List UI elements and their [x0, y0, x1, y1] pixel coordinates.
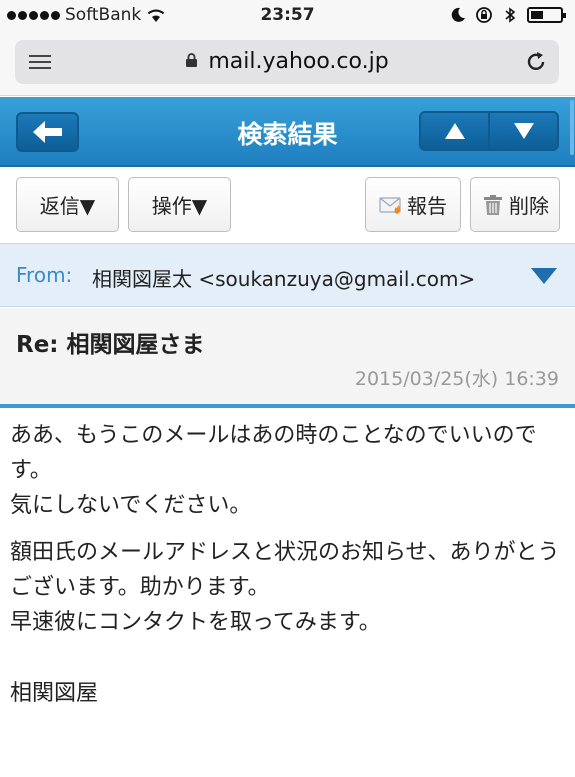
operation-label: 操作▼	[151, 194, 208, 218]
url-text: mail.yahoo.co.jp	[208, 49, 389, 74]
scrollbar[interactable]	[570, 100, 574, 155]
subject-header: Re: 相関図屋さま 2015/03/25(水) 16:39	[0, 308, 575, 408]
delete-button[interactable]: 削除	[470, 177, 560, 232]
moon-icon	[451, 7, 465, 22]
status-bar: SoftBank 23:57	[0, 0, 575, 32]
address-bar[interactable]: mail.yahoo.co.jp	[15, 40, 559, 84]
reply-button[interactable]: 返信▼	[16, 177, 119, 232]
from-label: From:	[16, 263, 73, 287]
message-toolbar: 返信▼ 操作▼ 報告 削除	[0, 167, 575, 243]
message-subject: Re: 相関図屋さま	[16, 332, 205, 358]
reply-label: 返信▼	[39, 194, 96, 218]
message-body: ああ、もうこのメールはあの時のことなのでいいのです。 気にしないでください。 額…	[10, 418, 570, 711]
body-paragraph: 額田氏のメールアドレスと状況のお知らせ、ありがとうございます。助かります。 早速…	[10, 540, 560, 635]
delete-label: 削除	[509, 194, 549, 218]
sender-row[interactable]: From: 相関図屋太 <soukanzuya@gmail.com>	[0, 243, 575, 307]
mail-header: 検索結果	[0, 97, 575, 167]
battery-icon	[527, 7, 566, 23]
reload-icon[interactable]	[525, 51, 547, 73]
triangle-up-icon	[444, 123, 465, 139]
next-message-button[interactable]	[488, 113, 557, 149]
bluetooth-icon	[505, 7, 516, 23]
signature: 相関図屋	[10, 681, 99, 706]
message-nav	[419, 111, 559, 151]
trash-icon	[484, 194, 502, 215]
rotation-lock-icon	[476, 7, 492, 23]
body-paragraph: ああ、もうこのメールはあの時のことなのでいいのです。 気にしないでください。	[10, 423, 537, 518]
sender-address: 相関図屋太 <soukanzuya@gmail.com>	[92, 267, 476, 291]
padlock-icon	[186, 53, 198, 67]
chevron-down-icon[interactable]	[530, 266, 558, 286]
triangle-down-icon	[513, 123, 534, 139]
previous-message-button[interactable]	[421, 113, 488, 149]
spam-report-icon	[379, 196, 401, 214]
report-label: 報告	[407, 194, 447, 218]
browser-toolbar: mail.yahoo.co.jp	[0, 32, 575, 96]
message-date: 2015/03/25(水) 16:39	[354, 368, 559, 390]
report-button[interactable]: 報告	[365, 177, 461, 232]
operation-button[interactable]: 操作▼	[128, 177, 231, 232]
